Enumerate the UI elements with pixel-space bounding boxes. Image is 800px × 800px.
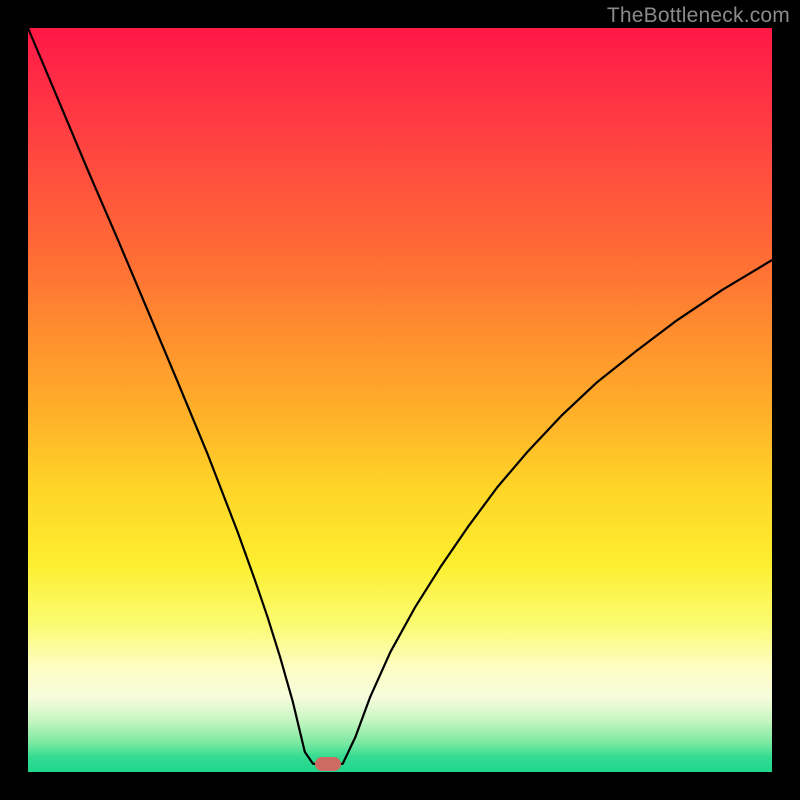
optimum-marker	[315, 757, 341, 771]
outer-frame: TheBottleneck.com	[0, 0, 800, 800]
plot-area	[28, 28, 772, 772]
curve-path	[28, 28, 772, 764]
watermark-text: TheBottleneck.com	[607, 4, 790, 28]
bottleneck-curve	[28, 28, 772, 772]
